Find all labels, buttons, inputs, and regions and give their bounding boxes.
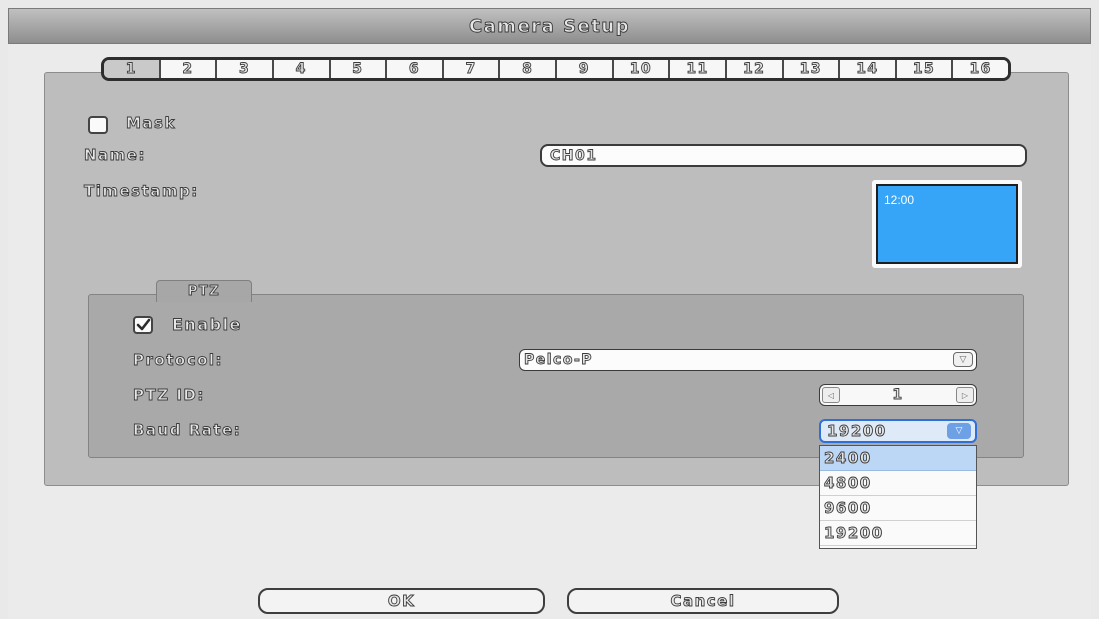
check-icon <box>136 318 151 331</box>
cancel-button[interactable]: Cancel <box>567 588 839 614</box>
ok-button-label: OK <box>387 592 416 611</box>
channel-tabs: 1 2 3 4 5 6 7 8 9 10 11 12 13 14 15 16 <box>101 57 1011 81</box>
baud-rate-option[interactable]: 9600 <box>820 496 976 521</box>
baud-rate-value: 19200 <box>827 422 887 441</box>
baud-rate-option[interactable]: 2400 <box>820 446 976 471</box>
chevron-down-icon[interactable]: ▽ <box>953 352 973 367</box>
tab-channel-12[interactable]: 12 <box>726 60 784 78</box>
tab-channel-15[interactable]: 15 <box>896 60 954 78</box>
tab-channel-8[interactable]: 8 <box>500 60 557 78</box>
tab-channel-14[interactable]: 14 <box>840 60 897 78</box>
baud-rate-label: Baud Rate: <box>133 421 242 440</box>
protocol-select[interactable]: Pelco-P ▽ <box>519 349 977 371</box>
tab-channel-13[interactable]: 13 <box>783 60 841 78</box>
mask-checkbox[interactable] <box>88 116 108 134</box>
ptz-id-stepper: ◁ 1 ▷ <box>819 384 977 406</box>
tab-channel-4[interactable]: 4 <box>273 60 331 78</box>
ptz-id-label: PTZ ID: <box>133 386 205 405</box>
baud-rate-select[interactable]: 19200 ▽ <box>819 419 977 443</box>
chevron-down-icon[interactable]: ▽ <box>947 423 971 439</box>
ptz-enable-checkbox[interactable] <box>133 316 153 334</box>
name-value: CH01 <box>550 147 598 164</box>
ok-button[interactable]: OK <box>258 588 545 614</box>
timestamp-preview-screen: 12:00 <box>876 184 1018 264</box>
tab-channel-5[interactable]: 5 <box>330 60 388 78</box>
timestamp-preview[interactable]: 12:00 <box>872 180 1022 268</box>
ptz-section-title: PTZ <box>187 284 221 300</box>
baud-rate-option[interactable]: 19200 <box>820 521 976 546</box>
tab-channel-2[interactable]: 2 <box>160 60 218 78</box>
timestamp-label: Timestamp: <box>84 182 199 201</box>
tab-channel-7[interactable]: 7 <box>443 60 501 78</box>
baud-rate-dropdown-list: 2400 4800 9600 19200 <box>819 445 977 549</box>
ptz-id-value: 1 <box>892 387 904 404</box>
tab-channel-9[interactable]: 9 <box>557 60 614 78</box>
timestamp-preview-text: 12:00 <box>884 193 915 207</box>
increment-arrow-icon[interactable]: ▷ <box>956 387 974 403</box>
name-input[interactable]: CH01 <box>540 144 1027 167</box>
window-title: Camera Setup <box>468 15 631 37</box>
ptz-enable-label: Enable <box>172 315 242 335</box>
cancel-button-label: Cancel <box>670 592 736 611</box>
protocol-value: Pelco-P <box>524 352 594 369</box>
protocol-label: Protocol: <box>133 351 224 370</box>
decrement-arrow-icon[interactable]: ◁ <box>822 387 840 403</box>
tab-channel-16[interactable]: 16 <box>953 60 1008 78</box>
ptz-section-tab: PTZ <box>156 280 252 302</box>
mask-label: Mask <box>126 114 176 133</box>
tab-channel-6[interactable]: 6 <box>387 60 444 78</box>
name-label: Name: <box>84 146 146 165</box>
tab-channel-3[interactable]: 3 <box>217 60 274 78</box>
baud-rate-option[interactable]: 4800 <box>820 471 976 496</box>
tab-channel-10[interactable]: 10 <box>613 60 671 78</box>
title-bar: Camera Setup <box>8 8 1091 44</box>
tab-channel-1[interactable]: 1 <box>104 60 161 78</box>
tab-channel-11[interactable]: 11 <box>670 60 727 78</box>
